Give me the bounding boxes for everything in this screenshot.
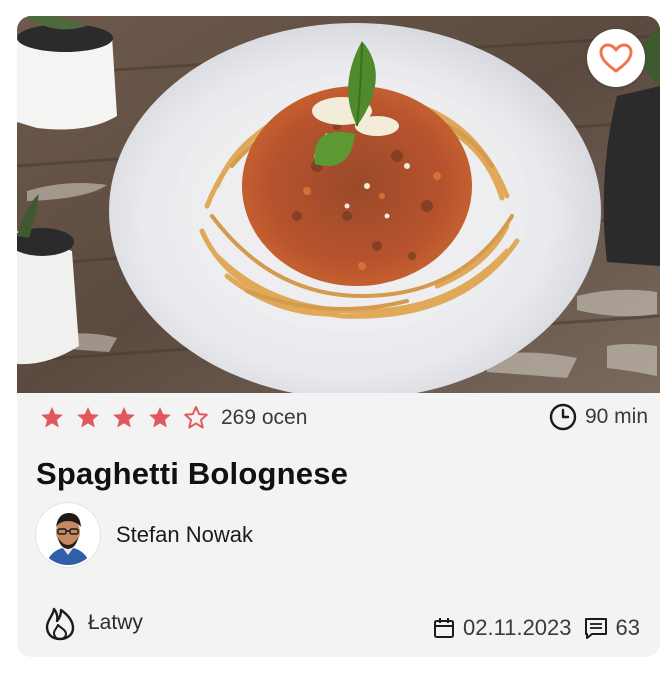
rating-count: 269 ocen [221, 406, 308, 429]
author-avatar-illustration [38, 505, 98, 565]
avatar[interactable] [36, 503, 100, 567]
recipe-title[interactable]: Spaghetti Bolognese [36, 456, 348, 492]
calendar-icon [433, 617, 455, 639]
star-filled-icon[interactable] [109, 403, 139, 433]
cooking-time: 90 min [549, 403, 648, 431]
star-filled-icon[interactable] [37, 403, 67, 433]
difficulty: Łatwy [44, 605, 143, 641]
star-filled-icon[interactable] [145, 403, 175, 433]
comments-count[interactable]: 63 [616, 615, 640, 641]
comment-icon[interactable] [584, 617, 608, 639]
publish-date: 02.11.2023 [463, 615, 572, 640]
difficulty-label: Łatwy [88, 611, 143, 634]
star-outline-icon[interactable] [181, 403, 211, 433]
favorite-button[interactable] [587, 29, 645, 87]
recipe-meta: 02.11.2023 63 [433, 615, 640, 641]
rating-stars[interactable] [37, 403, 211, 433]
author[interactable]: Stefan Nowak [36, 503, 253, 567]
star-filled-icon[interactable] [73, 403, 103, 433]
clock-icon [549, 403, 577, 431]
cooking-time-label: 90 min [584, 405, 648, 428]
recipe-info: 269 ocen 90 min Spaghetti Bolognese Stef… [17, 393, 660, 657]
author-name[interactable]: Stefan Nowak [116, 522, 253, 548]
flame-icon [45, 607, 75, 641]
recipe-card[interactable]: 269 ocen 90 min Spaghetti Bolognese Stef… [17, 16, 660, 657]
spaghetti-photo-illustration [17, 16, 660, 393]
rating-row: 269 ocen 90 min [37, 403, 648, 433]
heart-outline-icon [599, 43, 633, 73]
recipe-photo[interactable] [17, 16, 660, 393]
